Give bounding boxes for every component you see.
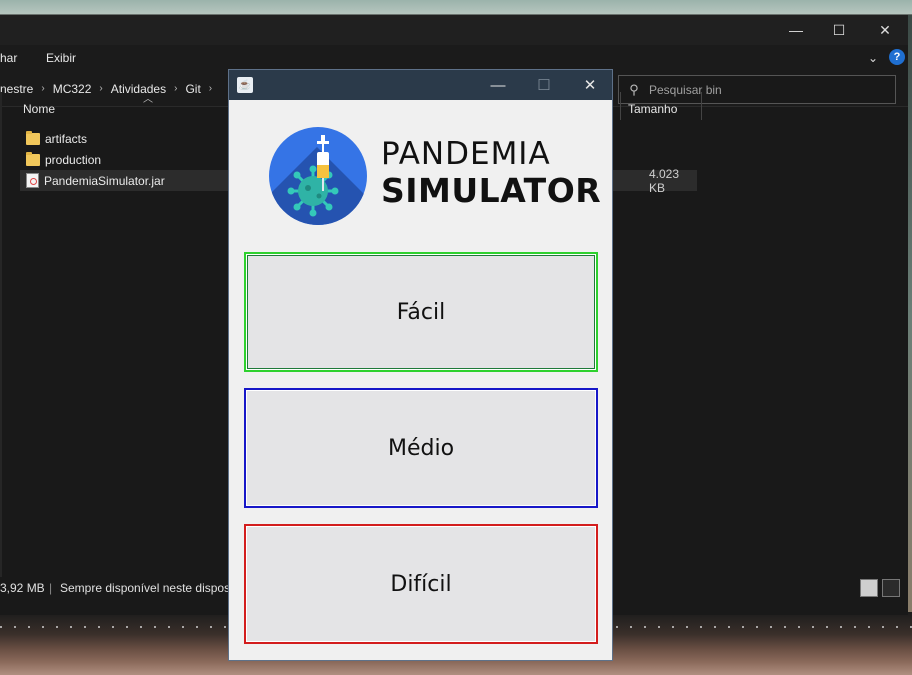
maximize-icon[interactable]: ☐ [816,15,862,45]
status-divider: | [49,581,53,595]
dialog-titlebar: ☕ — ☐ ✕ [229,70,612,100]
folder-icon [26,151,40,166]
menu-view[interactable]: Exibir [46,51,76,65]
menu-share[interactable]: har [0,51,17,65]
virus-syringe-icon [287,135,339,217]
file-name: artifacts [45,131,88,146]
java-icon: ☕ [237,77,253,93]
hard-button[interactable]: Difícil [244,524,598,644]
minimize-icon[interactable]: — [773,15,819,45]
pandemia-simulator-window: ☕ — ☐ ✕ PANDEMIA SIMULATOR Fácil Médio D… [228,69,613,661]
logo-title-line2: SIMULATOR [381,171,602,210]
logo-circle [269,127,367,225]
logo-title-line1: PANDEMIA [381,136,551,172]
file-name: PandemiaSimulator.jar [44,173,165,188]
file-name: production [45,152,102,167]
column-header-name[interactable]: Nome [23,102,55,116]
folder-icon [26,130,40,145]
details-view-icon[interactable] [860,579,878,597]
view-switcher [860,579,900,597]
large-icons-view-icon[interactable] [882,579,900,597]
explorer-titlebar: — ☐ ✕ [0,15,908,45]
maximize-icon: ☐ [537,77,551,94]
explorer-ribbon-tabs: har Exibir ⌄ ? [0,45,908,70]
status-availability: Sempre disponível neste disposi [60,581,233,595]
help-icon[interactable]: ? [889,49,905,65]
column-divider[interactable] [620,92,621,120]
desktop-wallpaper-edge [908,15,912,615]
sort-up-icon: ︿ [143,94,153,105]
navigation-pane-divider [0,92,2,582]
close-icon[interactable]: ✕ [862,15,908,45]
minimize-icon[interactable]: — [475,70,521,100]
file-size: 4.023 KB [649,166,680,195]
column-header-size[interactable]: Tamanho [628,102,677,116]
column-divider[interactable] [701,92,702,120]
java-file-icon [26,173,39,188]
easy-button[interactable]: Fácil [244,252,598,372]
close-icon[interactable]: ✕ [567,70,613,100]
chevron-down-icon[interactable]: ⌄ [868,51,878,65]
app-logo: PANDEMIA SIMULATOR [269,126,601,226]
status-size: 3,92 MB [0,581,45,595]
logo-text: PANDEMIA SIMULATOR [381,136,601,210]
medium-button[interactable]: Médio [244,388,598,508]
